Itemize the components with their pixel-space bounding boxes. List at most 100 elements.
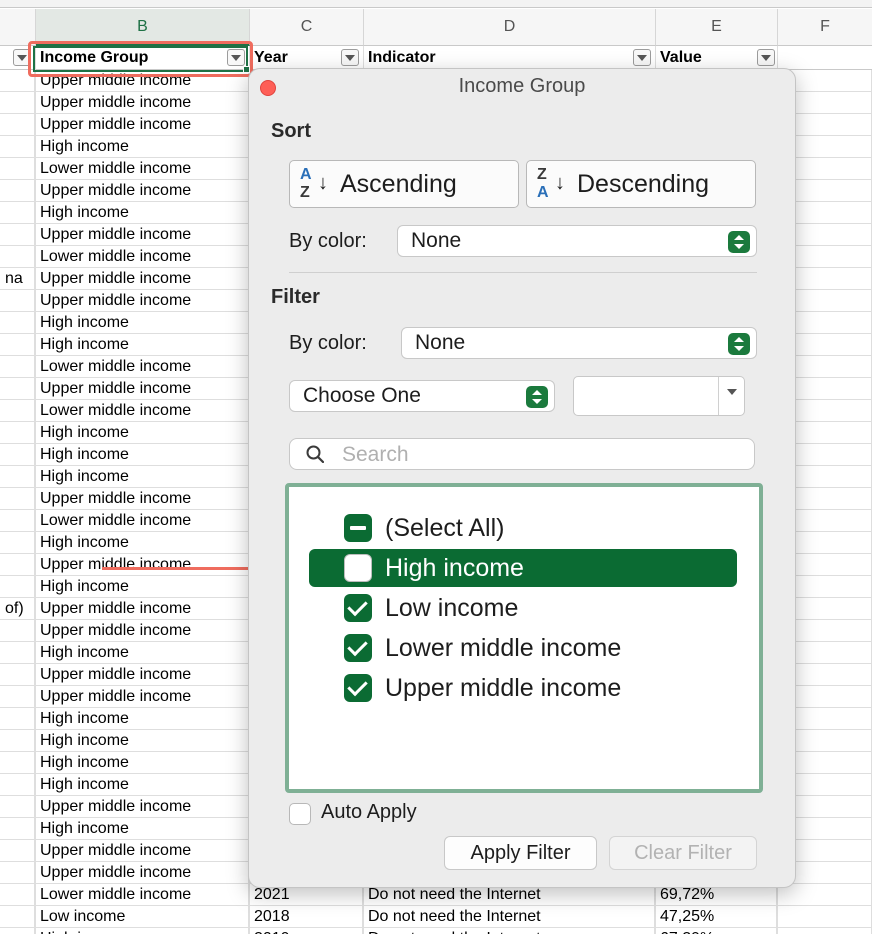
cell-a[interactable]: [0, 686, 35, 707]
cell-income-group[interactable]: Upper middle income: [35, 840, 249, 861]
checkbox-mixed[interactable]: [344, 514, 372, 542]
cell-income-group[interactable]: Lower middle income: [35, 158, 249, 179]
cell-income-group[interactable]: High income: [35, 312, 249, 333]
cell-income-group[interactable]: High income: [35, 642, 249, 663]
cell-income-group[interactable]: Upper middle income: [35, 796, 249, 817]
cell-income-group[interactable]: Upper middle income: [35, 290, 249, 311]
cell-income-group[interactable]: High income: [35, 730, 249, 751]
cell-a[interactable]: [0, 862, 35, 883]
cell-income-group[interactable]: Low income: [35, 906, 249, 927]
checkbox-checked[interactable]: [344, 634, 372, 662]
sort-descending-button[interactable]: Z A ↓ Descending: [526, 160, 756, 208]
cell-income-group[interactable]: High income: [35, 752, 249, 773]
cell-a[interactable]: [0, 642, 35, 663]
cell-income-group[interactable]: Upper middle income: [35, 862, 249, 883]
cell-a[interactable]: [0, 246, 35, 267]
cell-a[interactable]: [0, 202, 35, 223]
filter-dropdown-indicator[interactable]: [633, 49, 651, 66]
header-cell-indicator[interactable]: Indicator: [364, 46, 656, 69]
cell-a[interactable]: [0, 400, 35, 421]
cell-income-group[interactable]: Upper middle income: [35, 598, 249, 619]
cell-indicator[interactable]: Do not need the Internet: [363, 928, 655, 934]
cell-income-group[interactable]: High income: [35, 818, 249, 839]
cell-income-group[interactable]: High income: [35, 774, 249, 795]
cell-a[interactable]: na: [0, 268, 35, 289]
cell-a[interactable]: [0, 664, 35, 685]
cell-a[interactable]: [0, 554, 35, 575]
cell-income-group[interactable]: Lower middle income: [35, 884, 249, 905]
column-header-f[interactable]: F: [778, 9, 872, 46]
clear-filter-button[interactable]: Clear Filter: [609, 836, 757, 870]
column-header-c[interactable]: C: [250, 9, 364, 46]
cell-a[interactable]: [0, 378, 35, 399]
search-box[interactable]: [289, 438, 755, 470]
sort-ascending-button[interactable]: A Z ↓ Ascending: [289, 160, 519, 208]
cell-a[interactable]: [0, 906, 35, 927]
cell-a[interactable]: [0, 312, 35, 333]
filter-dropdown-value[interactable]: [757, 49, 775, 66]
sort-by-color-select[interactable]: None: [397, 225, 757, 257]
cell-income-group[interactable]: High income: [35, 466, 249, 487]
column-header-d[interactable]: D: [364, 9, 656, 46]
cell-a[interactable]: [0, 422, 35, 443]
cell-value[interactable]: 47,25%: [655, 906, 777, 927]
cell-a[interactable]: [0, 136, 35, 157]
cell-income-group[interactable]: Upper middle income: [35, 488, 249, 509]
cell-a[interactable]: [0, 840, 35, 861]
cell-value[interactable]: 67,29%: [655, 928, 777, 934]
cell-income-group[interactable]: High income: [35, 532, 249, 553]
cell-income-group[interactable]: Upper middle income: [35, 224, 249, 245]
list-item-low-income[interactable]: Low income: [309, 589, 737, 627]
cell-a[interactable]: [0, 928, 35, 934]
list-item-upper-middle-income[interactable]: Upper middle income: [309, 669, 737, 707]
condition-select[interactable]: Choose One: [289, 380, 555, 412]
filter-by-color-select[interactable]: None: [401, 327, 757, 359]
cell-year[interactable]: 2019: [249, 928, 363, 934]
cell-income-group[interactable]: High income: [35, 202, 249, 223]
cell-a[interactable]: [0, 576, 35, 597]
cell-a[interactable]: [0, 158, 35, 179]
cell-income-group[interactable]: Upper middle income: [35, 686, 249, 707]
cell-income-group[interactable]: Upper middle income: [35, 268, 249, 289]
cell-a[interactable]: [0, 180, 35, 201]
cell-income-group[interactable]: High income: [35, 444, 249, 465]
filter-dropdown-year[interactable]: [341, 49, 359, 66]
cell-income-group[interactable]: High income: [35, 334, 249, 355]
cell-income-group[interactable]: Lower middle income: [35, 246, 249, 267]
cell-income-group[interactable]: Upper middle income: [35, 620, 249, 641]
checkbox-checked[interactable]: [344, 594, 372, 622]
cell-income-group[interactable]: Upper middle income: [35, 180, 249, 201]
cell-a[interactable]: [0, 774, 35, 795]
cell-a[interactable]: [0, 884, 35, 905]
cell-indicator[interactable]: Do not need the Internet: [363, 906, 655, 927]
checkbox-unchecked[interactable]: [344, 554, 372, 582]
cell-a[interactable]: [0, 708, 35, 729]
list-item-select-all[interactable]: (Select All): [309, 509, 737, 547]
cell-income-group[interactable]: Upper middle income: [35, 664, 249, 685]
cell-income-group[interactable]: Upper middle income: [35, 92, 249, 113]
cell-income-group[interactable]: High income: [35, 136, 249, 157]
cell-a[interactable]: [0, 114, 35, 135]
cell-income-group[interactable]: Upper middle income: [35, 554, 249, 575]
cell-a[interactable]: [0, 334, 35, 355]
cell-a[interactable]: [0, 224, 35, 245]
cell-income-group[interactable]: High income: [35, 576, 249, 597]
cell-income-group[interactable]: High income: [35, 928, 249, 934]
list-item-lower-middle-income[interactable]: Lower middle income: [309, 629, 737, 667]
cell-a[interactable]: [0, 510, 35, 531]
cell-f[interactable]: [777, 884, 872, 905]
column-header-e[interactable]: E: [656, 9, 778, 46]
cell-a[interactable]: [0, 290, 35, 311]
cell-f[interactable]: [777, 928, 872, 934]
chevron-down-icon[interactable]: [718, 377, 744, 415]
cell-a[interactable]: [0, 488, 35, 509]
cell-a[interactable]: [0, 466, 35, 487]
auto-apply-checkbox[interactable]: [289, 803, 311, 825]
cell-income-group[interactable]: Lower middle income: [35, 356, 249, 377]
cell-income-group[interactable]: Upper middle income: [35, 114, 249, 135]
apply-filter-button[interactable]: Apply Filter: [444, 836, 597, 870]
cell-income-group[interactable]: Lower middle income: [35, 510, 249, 531]
cell-income-group[interactable]: Lower middle income: [35, 400, 249, 421]
condition-value-combo[interactable]: [573, 376, 745, 416]
cell-a[interactable]: [0, 532, 35, 553]
